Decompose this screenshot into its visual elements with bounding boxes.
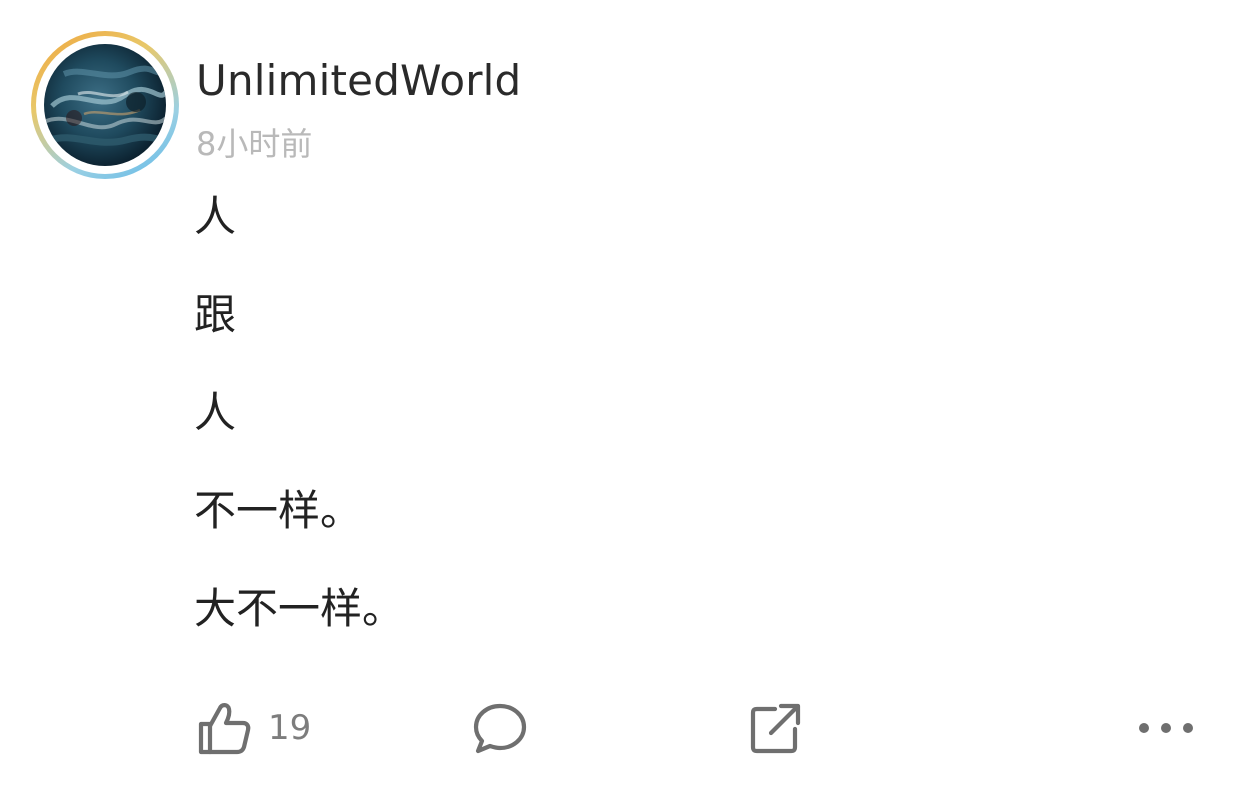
author-username[interactable]: UnlimitedWorld bbox=[196, 56, 521, 106]
thumbs-up-icon bbox=[198, 703, 251, 755]
avatar[interactable] bbox=[44, 44, 166, 166]
more-options-button[interactable] bbox=[1136, 690, 1196, 766]
post-line: 不一样。 bbox=[194, 486, 363, 535]
post-line: 人 bbox=[194, 388, 237, 437]
share-arrow-icon bbox=[750, 703, 801, 754]
post-body: 人 跟 人 不一样。 大不一样。 bbox=[194, 192, 404, 682]
post-line: 人 bbox=[194, 192, 237, 241]
comment-button[interactable] bbox=[470, 690, 530, 766]
post-line: 大不一样。 bbox=[194, 584, 405, 633]
more-dots-icon bbox=[1139, 723, 1193, 733]
post-timestamp: 8小时前 bbox=[196, 125, 313, 163]
share-button[interactable] bbox=[747, 690, 805, 766]
like-button[interactable]: 19 bbox=[196, 690, 311, 766]
post-card: UnlimitedWorld 8小时前 人 跟 人 不一样。 大不一样。 19 bbox=[0, 0, 1241, 798]
comment-bubble-icon bbox=[473, 703, 527, 754]
action-bar: 19 bbox=[0, 690, 1241, 766]
like-count: 19 bbox=[268, 708, 312, 748]
post-line: 跟 bbox=[194, 290, 237, 339]
abstract-painting-avatar-icon bbox=[44, 44, 166, 166]
